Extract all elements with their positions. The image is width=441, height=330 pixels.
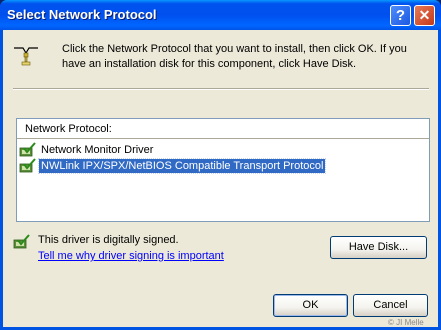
dialog-window: Select Network Protocol ? ✕ Click the Ne… [0,0,441,330]
list-item-nwlink-ipx-spx[interactable]: NWLink IPX/SPX/NetBIOS Compatible Transp… [19,158,339,174]
list-header-label: Network Protocol: [25,123,112,135]
close-button[interactable]: ✕ [414,5,435,26]
driver-signing-link[interactable]: Tell me why driver signing is important [38,250,224,262]
dialog-body: Click the Network Protocol that you want… [3,30,438,327]
ok-button[interactable]: OK [273,294,348,317]
watermark: © JI Melle [388,318,424,327]
signed-status-text: This driver is digitally signed. [38,234,179,246]
signed-driver-icon [19,142,36,157]
list-column-header[interactable]: Network Protocol: [17,119,429,139]
signed-driver-icon [19,158,36,173]
help-button[interactable]: ? [390,5,411,26]
list-item-label: NWLink IPX/SPX/NetBIOS Compatible Transp… [37,158,327,174]
window-title: Select Network Protocol [7,7,157,22]
instruction-text: Click the Network Protocol that you want… [62,43,407,70]
list-item-network-monitor-driver[interactable]: Network Monitor Driver [19,142,319,158]
list-item-label: Network Monitor Driver [41,144,154,156]
network-cable-icon [14,47,38,66]
signed-driver-icon [13,234,30,249]
cancel-button[interactable]: Cancel [353,294,428,317]
protocol-list[interactable]: Network Protocol: Network Monitor Driver… [16,118,430,222]
separator [13,88,429,90]
title-bar[interactable]: Select Network Protocol ? ✕ [0,0,441,30]
have-disk-button[interactable]: Have Disk... [330,236,427,259]
